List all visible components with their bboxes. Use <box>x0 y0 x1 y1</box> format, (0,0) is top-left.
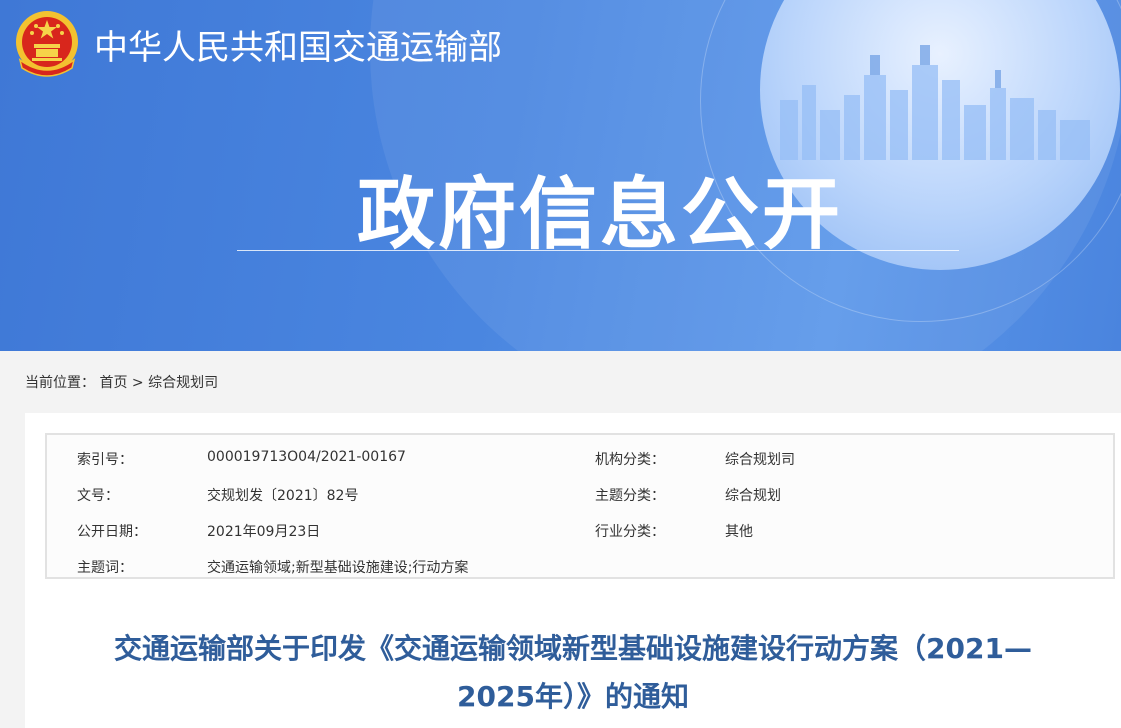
title-underline <box>237 250 959 251</box>
metadata-row: 主题词： 交通运输领域;新型基础设施建设;行动方案 <box>47 547 1113 583</box>
breadcrumb: 当前位置： 首页 > 综合规划司 <box>25 372 218 392</box>
metadata-table: 索引号： 000019713O04/2021-00167 机构分类： 综合规划司… <box>45 433 1115 579</box>
keywords-value: 交通运输领域;新型基础设施建设;行动方案 <box>207 560 469 576</box>
city-skyline-icon <box>780 45 1090 160</box>
org-label: 机构分类： <box>595 452 665 468</box>
document-title-line1: 交通运输部关于印发《交通运输领域新型基础设施建设行动方案（2021— <box>114 632 1032 665</box>
index-value: 000019713O04/2021-00167 <box>207 449 406 465</box>
topic-value: 综合规划 <box>725 488 781 504</box>
ministry-name: 中华人民共和国交通运输部 <box>94 28 502 68</box>
breadcrumb-home-link[interactable]: 首页 <box>99 375 127 391</box>
org-value: 综合规划司 <box>725 452 795 468</box>
header-banner: 中华人民共和国交通运输部 政府信息公开 <box>0 0 1121 351</box>
document-title: 交通运输部关于印发《交通运输领域新型基础设施建设行动方案（2021— 2025年… <box>25 625 1121 721</box>
section-title: 政府信息公开 <box>356 170 843 260</box>
metadata-row: 文号： 交规划发〔2021〕82号 主题分类： 综合规划 <box>47 475 1113 511</box>
docno-value: 交规划发〔2021〕82号 <box>207 488 359 504</box>
document-title-line2: 2025年）》的通知 <box>457 680 689 713</box>
industry-label: 行业分类： <box>595 524 665 540</box>
content-panel: 索引号： 000019713O04/2021-00167 机构分类： 综合规划司… <box>25 413 1121 728</box>
industry-value: 其他 <box>725 524 753 540</box>
national-emblem-icon <box>16 11 78 77</box>
index-label: 索引号： <box>77 452 133 468</box>
breadcrumb-current-link[interactable]: 综合规划司 <box>148 375 218 391</box>
docno-label: 文号： <box>77 488 119 504</box>
metadata-row: 公开日期： 2021年09月23日 行业分类： 其他 <box>47 511 1113 547</box>
breadcrumb-prefix: 当前位置： <box>25 375 95 391</box>
breadcrumb-separator: > <box>131 375 144 391</box>
keywords-label: 主题词： <box>77 560 133 576</box>
date-label: 公开日期： <box>77 524 147 540</box>
date-value: 2021年09月23日 <box>207 524 321 540</box>
metadata-row: 索引号： 000019713O04/2021-00167 机构分类： 综合规划司 <box>47 439 1113 475</box>
topic-label: 主题分类： <box>595 488 665 504</box>
